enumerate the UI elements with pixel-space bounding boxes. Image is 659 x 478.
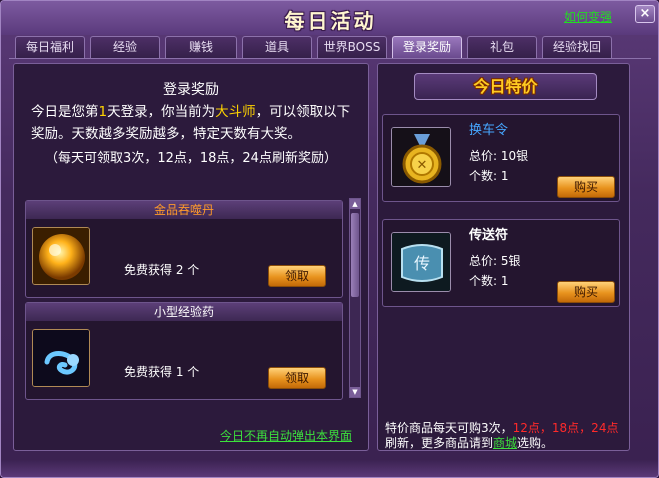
reward-description: 免费获得 2 个 [124, 263, 200, 277]
login-rewards-description: 今日是您第1天登录，你当前为大斗师，可以领取以下奖励。天数越多奖励越多，特定天数… [31, 101, 361, 145]
blue-wisp-icon [32, 329, 90, 387]
close-button[interactable]: × [635, 5, 655, 23]
login-rewards-title: 登录奖励 [163, 82, 219, 98]
deal-price: 总价: 5银 [469, 254, 521, 268]
login-day-count: 1 [98, 104, 108, 120]
golden-orb-icon [32, 227, 90, 285]
player-rank: 大斗师 [215, 104, 256, 120]
dont-show-today-link[interactable]: 今日不再自动弹出本界面 [220, 427, 352, 444]
reward-item: 小型经验药 免费获得 1 个 领取 [25, 302, 343, 400]
tab-earn-money[interactable]: 赚钱 [165, 36, 237, 58]
reward-description: 免费获得 1 个 [124, 365, 200, 379]
tab-gift-pack[interactable]: 礼包 [467, 36, 537, 58]
special-deal-item: 传 传送符 总价: 5银 个数: 1 购买 [382, 219, 620, 307]
tab-experience[interactable]: 经验 [90, 36, 160, 58]
desc-text-2: 天登录，你当前为 [107, 104, 216, 120]
scroll-thumb[interactable] [351, 213, 359, 297]
deal-count: 个数: 1 [469, 169, 509, 183]
reward-name: 小型经验药 [26, 303, 342, 321]
footer-text-3: 选购。 [517, 436, 554, 450]
special-footer-note: 特价商品每天可购3次，12点，18点，24点刷新，更多商品请到商城选购。 [385, 421, 625, 451]
tab-daily-welfare[interactable]: 每日福利 [15, 36, 85, 58]
daily-activity-window: 每日活动 如何变强 × 每日福利 经验 赚钱 道具 世界BOSS 登录奖励 礼包… [0, 0, 659, 478]
teleport-scroll-icon: 传 [391, 232, 451, 292]
daily-special-title: 今日特价 [414, 73, 597, 100]
reward-item: 金品吞噬丹 免费获得 2 个 领取 [25, 200, 343, 298]
tab-world-boss[interactable]: 世界BOSS [317, 36, 387, 58]
rewards-scrollbar[interactable]: ▲ ▼ [349, 198, 361, 398]
footer-text-1: 特价商品每天可购3次， [385, 421, 513, 435]
scroll-up-arrow-icon[interactable]: ▲ [350, 199, 360, 209]
tab-items[interactable]: 道具 [242, 36, 312, 58]
claim-button[interactable]: 领取 [268, 265, 326, 287]
tab-login-rewards[interactable]: 登录奖励 [392, 36, 462, 58]
title-bar: 每日活动 如何变强 × [1, 1, 658, 35]
tab-divider [9, 58, 651, 59]
refresh-times: 12点，18点，24点 [512, 421, 619, 435]
buy-button[interactable]: 购买 [557, 281, 615, 303]
buy-button[interactable]: 购买 [557, 176, 615, 198]
desc-text-1: 今日是您第 [31, 104, 99, 120]
deal-name: 换车令 [469, 123, 509, 138]
svg-text:传: 传 [414, 254, 430, 273]
scroll-down-arrow-icon[interactable]: ▼ [350, 387, 360, 397]
gold-medal-icon: ✕ [391, 127, 451, 187]
shop-link[interactable]: 商城 [493, 436, 517, 450]
deal-price: 总价: 10银 [469, 149, 529, 163]
svg-text:✕: ✕ [417, 158, 428, 173]
deal-name: 传送符 [469, 228, 509, 243]
bottom-decoration [1, 459, 658, 477]
tab-experience-recovery[interactable]: 经验找回 [542, 36, 612, 58]
special-deal-item: ✕ 换车令 总价: 10银 个数: 1 购买 [382, 114, 620, 202]
refresh-note: （每天可领取3次，12点，18点，24点刷新奖励） [45, 151, 337, 166]
claim-button[interactable]: 领取 [268, 367, 326, 389]
window-title: 每日活动 [284, 9, 377, 33]
reward-name: 金品吞噬丹 [26, 201, 342, 219]
footer-text-2: 刷新，更多商品请到 [385, 436, 494, 450]
deal-count: 个数: 1 [469, 274, 509, 288]
how-to-get-stronger-link[interactable]: 如何变强 [564, 8, 612, 25]
